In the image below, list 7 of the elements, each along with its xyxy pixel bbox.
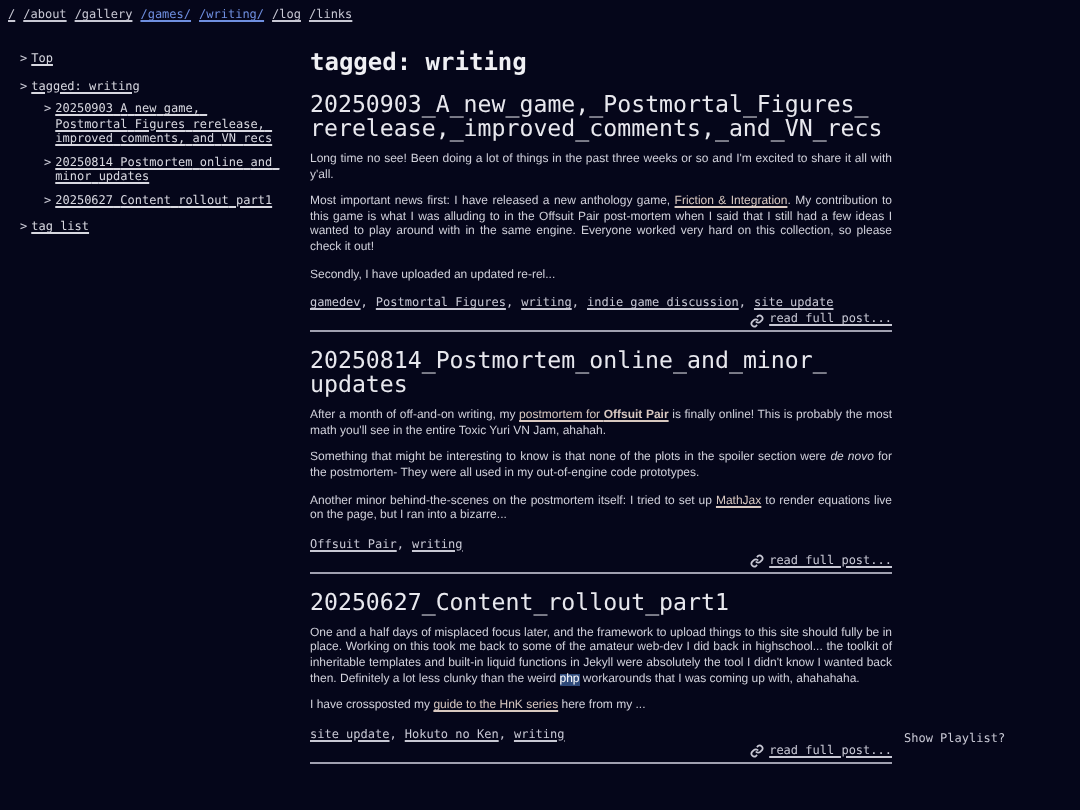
link-icon <box>749 744 764 759</box>
post-title: 20250814_Postmortem_online_and_minor_updates <box>310 348 829 397</box>
page-heading: tagged: writing <box>310 48 529 76</box>
link-icon <box>749 313 764 328</box>
post-title: 20250903_A_new_game,_Postmortal_Figures_rerelease,_improved_comments,_and_VN_recs <box>310 92 885 140</box>
link-icon <box>749 554 764 569</box>
post-title: 20250627_Content_rollout_part1 <box>310 589 731 614</box>
